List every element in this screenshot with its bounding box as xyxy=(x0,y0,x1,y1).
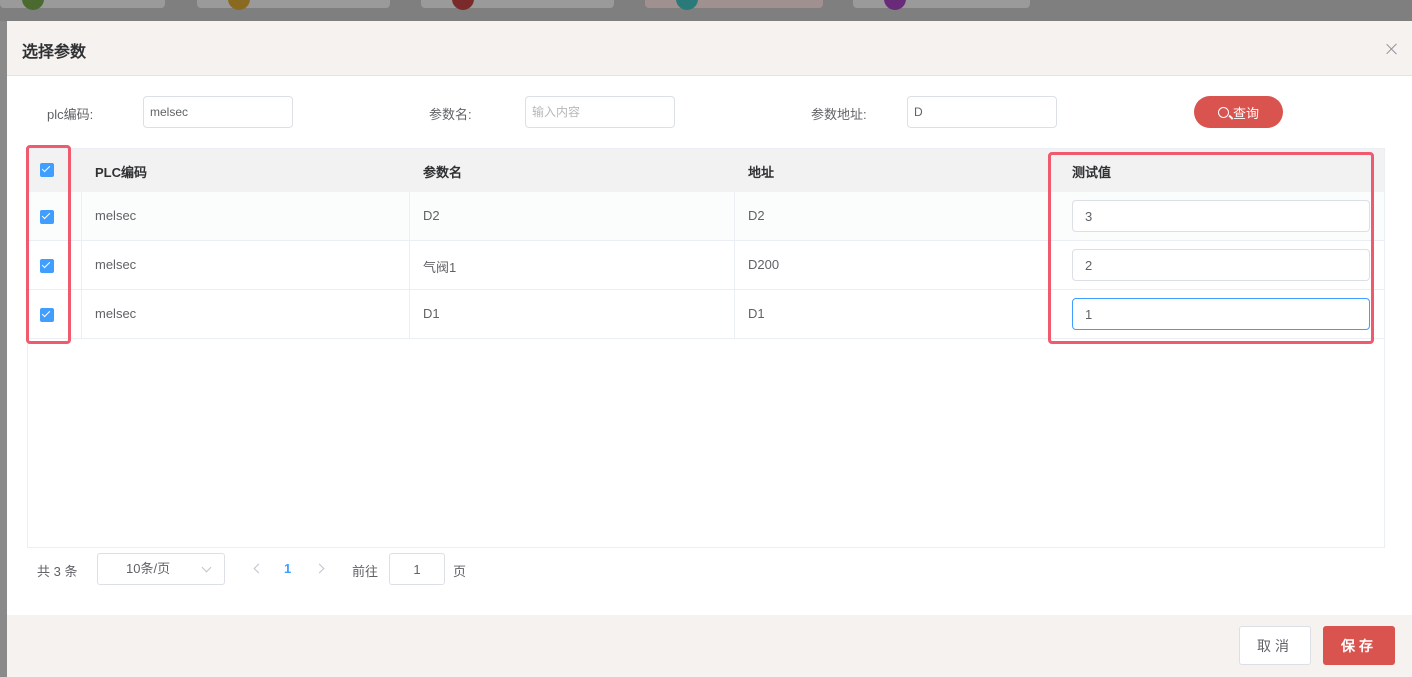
background-dot-icon xyxy=(228,0,250,10)
row-checkbox[interactable] xyxy=(40,259,54,273)
table-row: melsec 气阀1 D200 xyxy=(28,241,1384,290)
param-name-input[interactable] xyxy=(525,96,675,128)
plc-code-input[interactable] xyxy=(143,96,293,128)
table-row: melsec D1 D1 xyxy=(28,290,1384,339)
background-tab xyxy=(853,0,1030,8)
test-value-input[interactable] xyxy=(1072,249,1370,281)
background-strip xyxy=(0,0,1412,21)
goto-page-input[interactable] xyxy=(389,553,445,585)
params-table: PLC编码 参数名 地址 测试值 melsec D2 D2 melsec 气阀1… xyxy=(27,148,1385,548)
page-size-select[interactable]: 10条/页 xyxy=(97,553,225,585)
cell-param-name: D2 xyxy=(423,208,440,223)
dialog-footer: 取消 保存 xyxy=(7,615,1412,677)
cell-param-name: 气阀1 xyxy=(423,260,457,275)
column-divider xyxy=(734,241,735,290)
select-all-checkbox[interactable] xyxy=(40,163,54,177)
close-icon[interactable] xyxy=(1386,43,1398,55)
column-divider xyxy=(81,241,82,290)
plc-code-label: plc编码: xyxy=(47,107,94,122)
column-divider xyxy=(734,192,735,241)
header-address: 地址 xyxy=(748,165,775,180)
background-tab xyxy=(421,0,614,8)
background-tab xyxy=(197,0,390,8)
param-name-label: 参数名: xyxy=(429,107,472,122)
column-divider xyxy=(409,241,410,290)
background-dot-icon xyxy=(22,0,44,10)
cell-address: D2 xyxy=(748,208,765,223)
cancel-button[interactable]: 取消 xyxy=(1239,626,1311,665)
search-button-label: 查询 xyxy=(1232,105,1259,121)
header-plc-code: PLC编码 xyxy=(95,165,148,180)
param-address-input[interactable] xyxy=(907,96,1057,128)
header-test-value: 测试值 xyxy=(1072,165,1112,180)
test-value-input[interactable] xyxy=(1072,200,1370,232)
dialog-header: 选择参数 xyxy=(7,21,1412,76)
cell-address: D1 xyxy=(748,306,765,321)
column-divider xyxy=(734,290,735,339)
column-divider xyxy=(81,290,82,339)
table-header: PLC编码 参数名 地址 测试值 xyxy=(28,149,1384,192)
pagination-total: 共 3 条 xyxy=(37,564,78,579)
param-address-label: 参数地址: xyxy=(811,107,867,122)
test-value-input[interactable] xyxy=(1072,298,1370,330)
cell-address: D200 xyxy=(748,257,780,272)
background-tab xyxy=(645,0,823,8)
header-param-name: 参数名 xyxy=(423,165,463,180)
dialog-title: 选择参数 xyxy=(22,44,87,61)
background-dot-icon xyxy=(452,0,474,10)
goto-suffix: 页 xyxy=(453,564,467,579)
column-divider xyxy=(409,290,410,339)
search-button[interactable]: 查询 xyxy=(1194,96,1283,128)
page-number-current[interactable]: 1 xyxy=(284,561,291,576)
background-dot-icon xyxy=(884,0,906,10)
page-size-value: 10条/页 xyxy=(126,561,171,576)
next-page-icon[interactable] xyxy=(314,563,325,574)
cell-plc-code: melsec xyxy=(95,306,137,321)
goto-label: 前往 xyxy=(352,564,379,579)
prev-page-icon[interactable] xyxy=(253,563,264,574)
chevron-down-icon xyxy=(201,562,212,573)
cell-param-name: D1 xyxy=(423,306,440,321)
cell-plc-code: melsec xyxy=(95,208,137,223)
pagination: 共 3 条 10条/页 1 前往 页 xyxy=(7,553,1412,585)
cell-plc-code: melsec xyxy=(95,257,137,272)
column-divider xyxy=(409,192,410,241)
save-button[interactable]: 保存 xyxy=(1323,626,1395,665)
table-row: melsec D2 D2 xyxy=(28,192,1384,241)
search-icon xyxy=(1217,106,1229,118)
row-checkbox[interactable] xyxy=(40,210,54,224)
column-divider xyxy=(81,192,82,241)
background-dot-icon xyxy=(676,0,698,10)
row-checkbox[interactable] xyxy=(40,308,54,322)
select-params-dialog: 选择参数 plc编码: 参数名: 参数地址: 查询 PLC编码 参数名 地址 测… xyxy=(7,21,1412,677)
